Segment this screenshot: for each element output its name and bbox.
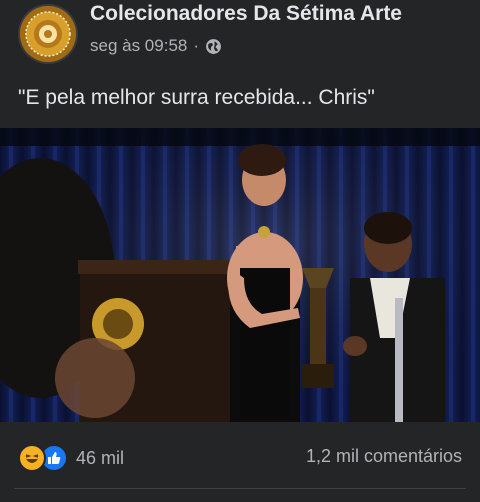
reaction-count: 46 mil	[76, 447, 125, 468]
post-caption: "E pela melhor surra recebida... Chris"	[18, 86, 375, 109]
post-meta: seg às 09:58 ·	[90, 36, 222, 56]
post-footer: 46 mil 1,2 mil comentários	[0, 424, 480, 502]
page-avatar[interactable]	[20, 6, 76, 62]
post-timestamp[interactable]: seg às 09:58	[90, 36, 187, 56]
meta-separator: ·	[193, 36, 200, 55]
haha-icon	[18, 444, 46, 472]
post-header: Colecionadores Da Sétima Arte seg às 09:…	[0, 0, 480, 70]
footer-divider	[14, 488, 466, 489]
reactions-summary[interactable]: 46 mil	[18, 444, 124, 472]
page-logo	[25, 11, 71, 57]
movie-still-image	[0, 128, 480, 422]
page-name-link[interactable]: Colecionadores Da Sétima Arte	[90, 2, 402, 26]
post-photo[interactable]	[0, 128, 480, 422]
comments-count-link[interactable]: 1,2 mil comentários	[306, 446, 462, 467]
globe-icon[interactable]	[205, 38, 222, 55]
